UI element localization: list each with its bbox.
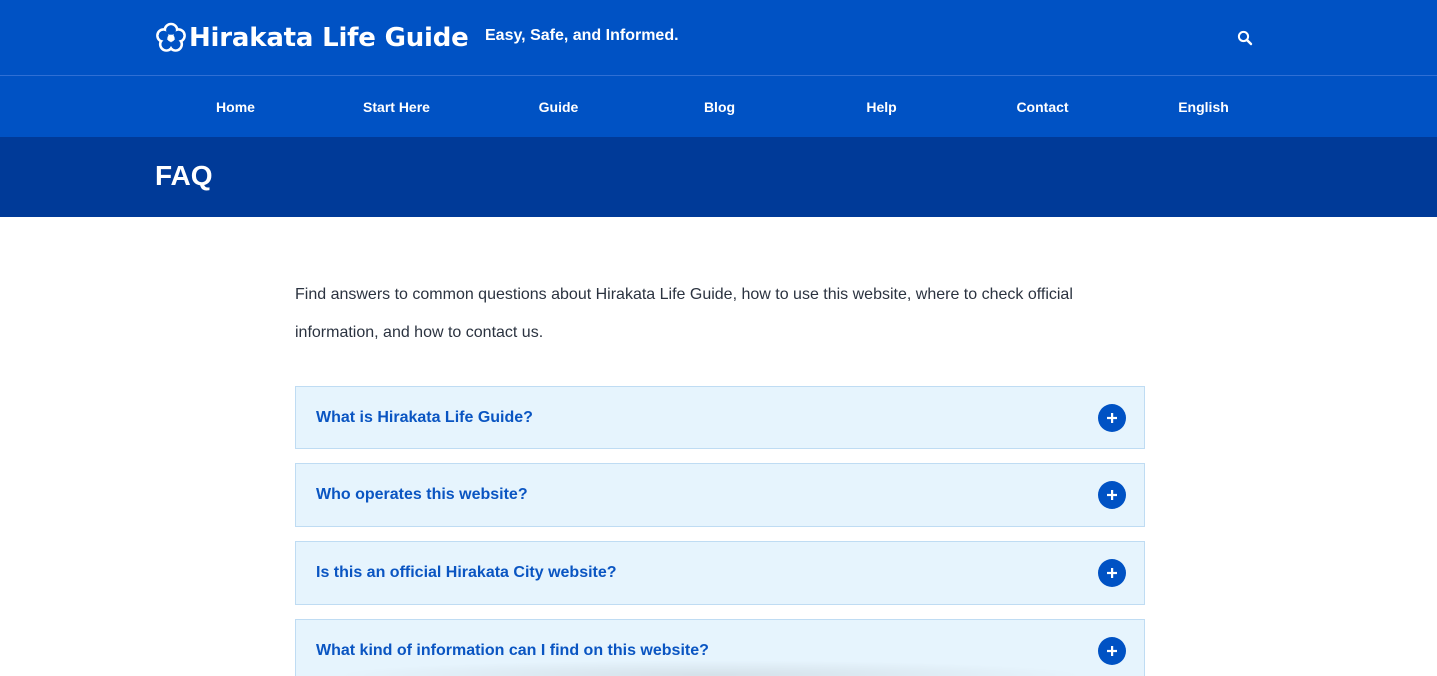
faq-question: Who operates this website? [316,486,528,503]
page-hero: FAQ [0,137,1437,217]
flower-logo-icon [156,22,186,52]
nav-item-blog[interactable]: Blog [639,76,800,137]
site-tagline: Easy, Safe, and Informed. [485,27,679,44]
expand-button[interactable] [1098,403,1126,432]
nav-item-guide[interactable]: Guide [478,76,639,137]
plus-icon [1107,412,1117,423]
nav-item-start-here[interactable]: Start Here [316,76,477,137]
main-nav: Home Start Here Guide Blog Help Contact … [0,76,1437,137]
nav-item-home[interactable]: Home [155,76,316,137]
search-button[interactable] [1233,27,1257,49]
expand-button[interactable] [1098,559,1126,587]
expand-button[interactable] [1098,637,1126,665]
plus-icon [1107,646,1117,656]
plus-icon [1107,568,1117,578]
faq-item[interactable]: Is this an official Hirakata City websit… [295,541,1145,605]
faq-question: Is this an official Hirakata City websit… [316,564,617,581]
faq-question: What is Hirakata Life Guide? [316,408,533,426]
nav-item-help[interactable]: Help [801,76,962,137]
page: Hirakata Life Guide Easy, Safe, and Info… [0,0,1437,676]
search-icon [1237,30,1253,46]
faq-question: What kind of information can I find on t… [316,642,709,659]
expand-button[interactable] [1098,481,1126,509]
site-logo-link[interactable]: Hirakata Life Guide [155,18,469,58]
faq-item[interactable]: What is Hirakata Life Guide? [295,386,1145,449]
plus-icon [1107,490,1117,500]
nav-item-language[interactable]: English [1123,76,1284,137]
intro-text: Find answers to common questions about H… [295,286,1073,341]
page-title: FAQ [155,160,213,191]
nav-item-contact[interactable]: Contact [962,76,1123,137]
site-header: Hirakata Life Guide Easy, Safe, and Info… [0,0,1437,76]
faq-item[interactable]: Who operates this website? [295,463,1145,527]
site-logo-text: Hirakata Life Guide [189,23,469,53]
